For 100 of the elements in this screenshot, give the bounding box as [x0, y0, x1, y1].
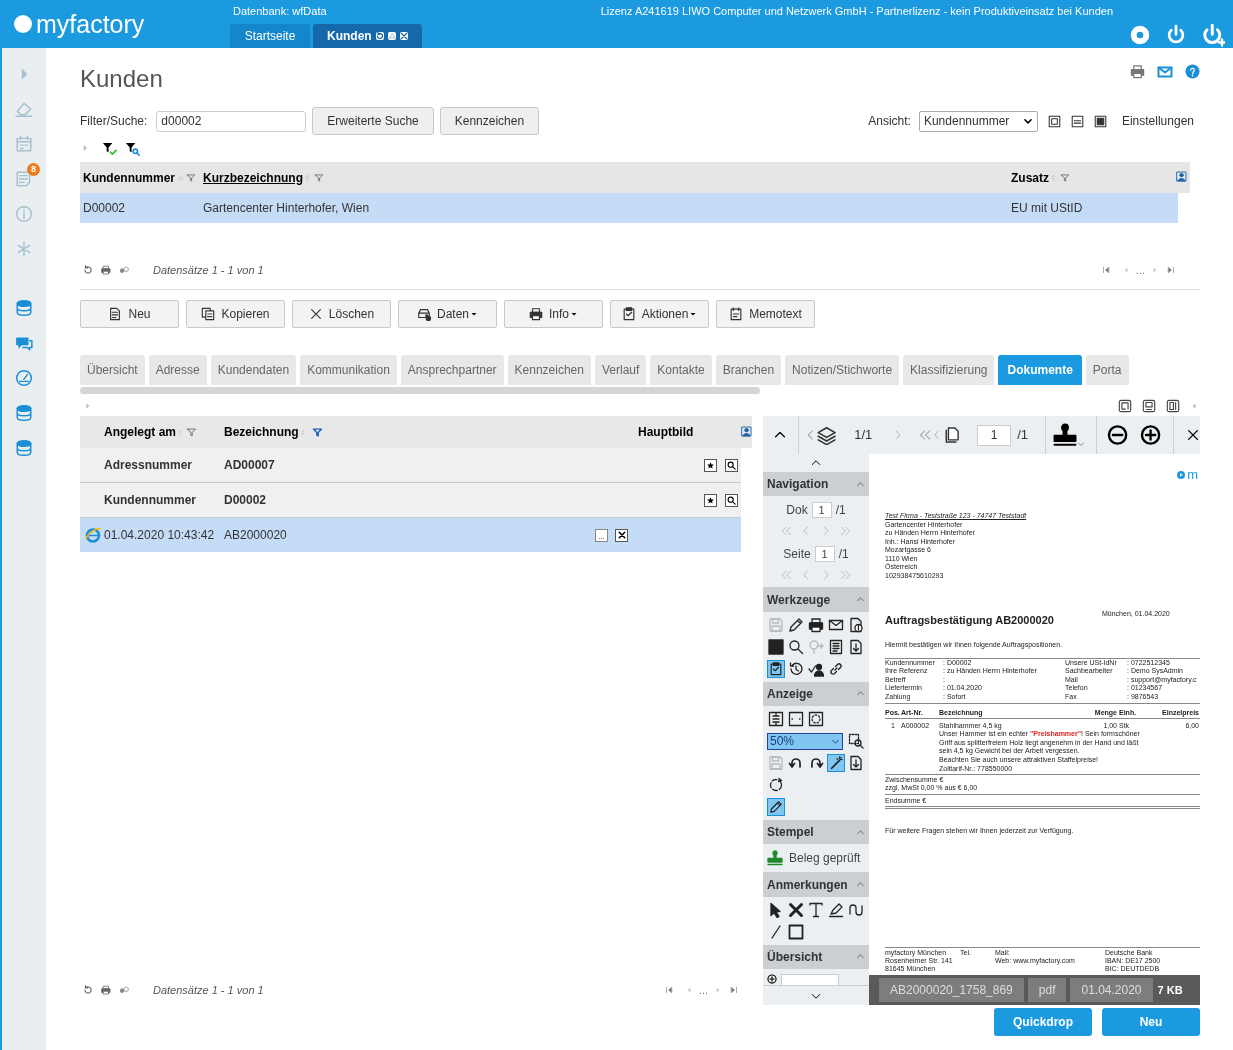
page-input[interactable]: 1	[977, 424, 1012, 446]
clipboard-icon[interactable]	[767, 659, 785, 678]
text-tool-icon[interactable]	[807, 900, 825, 919]
table-row[interactable]: D00002 Gartencenter Hinterhofer, Wien EU mit UStID	[80, 193, 1178, 223]
search-button[interactable]	[725, 493, 738, 507]
tab[interactable]: Ansprechpartner	[400, 355, 504, 385]
refresh-icon[interactable]	[83, 265, 93, 275]
database-icon[interactable]	[15, 404, 33, 422]
tab[interactable]: Klassifizierung	[903, 355, 995, 385]
search-button[interactable]: Kennzeichen	[439, 107, 540, 135]
view-layout-icon[interactable]	[1070, 114, 1084, 128]
filter-check-icon[interactable]	[102, 140, 117, 156]
fit-all-icon[interactable]	[807, 710, 825, 729]
first-page-icon[interactable]	[1101, 266, 1110, 274]
refresh-icon[interactable]	[83, 985, 93, 995]
filter-icon[interactable]	[186, 426, 197, 438]
database-icon[interactable]	[15, 299, 33, 317]
view-layout-icon[interactable]	[1047, 114, 1061, 128]
view-dropdown[interactable]: Kundennummer	[918, 110, 1038, 132]
filter-icon[interactable]	[311, 426, 323, 438]
star-button[interactable]	[704, 458, 717, 472]
wand-icon[interactable]	[827, 754, 845, 773]
panel-header[interactable]: Übersicht	[763, 944, 869, 970]
zoom-dropdown[interactable]: 50%	[767, 732, 843, 750]
database-icon[interactable]	[15, 439, 33, 457]
zoom-area-icon[interactable]	[847, 732, 865, 751]
column-header[interactable]: Zusatz	[1011, 168, 1049, 187]
zoom-in-icon[interactable]	[767, 974, 777, 985]
x-mark-icon[interactable]	[787, 900, 805, 919]
tab[interactable]: Kennzeichen	[507, 355, 591, 385]
layers-icon[interactable]	[817, 425, 837, 445]
zoom-out-icon[interactable]	[1106, 424, 1128, 446]
list-icon[interactable]	[827, 637, 845, 656]
user-image-icon[interactable]	[741, 426, 752, 437]
search-icon[interactable]	[787, 637, 805, 656]
column-header[interactable]: Hauptbild	[638, 423, 694, 441]
document-info-icon[interactable]	[847, 615, 865, 634]
download-icon[interactable]	[847, 754, 865, 773]
printer-icon[interactable]	[807, 615, 825, 634]
fit-page-icon[interactable]	[787, 710, 805, 729]
action-button[interactable]: Neu	[80, 300, 179, 328]
action-button[interactable]: Memotext	[716, 300, 815, 328]
gauge-icon[interactable]	[15, 369, 33, 387]
stamp-label[interactable]: Beleg geprüft	[789, 849, 861, 868]
pager-ellipsis[interactable]: ...	[1135, 261, 1145, 279]
column-header[interactable]: Kundennummer	[83, 168, 175, 187]
panel-header[interactable]: Anzeige	[763, 681, 869, 707]
column-header[interactable]: Bezeichnung	[224, 423, 299, 441]
last-page-icon[interactable]	[730, 986, 738, 994]
zoom-in-icon[interactable]	[1139, 424, 1161, 446]
panel-layout-icon[interactable]	[1166, 399, 1180, 413]
filter-icon[interactable]	[186, 172, 196, 183]
refresh-icon[interactable]	[375, 32, 384, 40]
action-button[interactable]: Löschen	[292, 300, 391, 328]
panel-header[interactable]: Navigation	[763, 472, 869, 497]
tab[interactable]: Adresse	[148, 355, 207, 385]
group-row[interactable]: Adressnummer AD00007	[80, 448, 741, 483]
tab[interactable]: Kommunikation	[300, 355, 397, 385]
panel-header[interactable]: Anmerkungen	[763, 872, 869, 897]
fit-width-icon[interactable]	[767, 710, 785, 729]
page-thumbnail[interactable]	[781, 974, 839, 986]
filter-icon[interactable]	[1060, 172, 1070, 183]
document-row[interactable]: 01.04.2020 10:43:42 AB2000020 ...	[80, 518, 741, 552]
last-page-icon[interactable]	[1167, 266, 1175, 274]
group-row[interactable]: Kundennummer D00002	[80, 483, 741, 518]
tab[interactable]: Notizen/Stichworte	[785, 355, 900, 385]
action-button[interactable]: Daten	[398, 300, 497, 328]
nav-input[interactable]: 1	[811, 502, 832, 519]
search-button[interactable]	[725, 458, 738, 472]
action-button[interactable]: Info	[504, 300, 603, 328]
tab[interactable]: Kundendaten	[210, 355, 297, 385]
close-icon[interactable]	[1186, 428, 1200, 442]
panel-header[interactable]: Werkzeuge	[763, 587, 869, 612]
action-button[interactable]: Kopieren	[186, 300, 285, 328]
action-button[interactable]: Aktionen	[610, 300, 709, 328]
pager-ellipsis[interactable]: ...	[698, 981, 708, 999]
star-button[interactable]	[704, 493, 717, 507]
stamp-icon[interactable]	[1053, 423, 1078, 447]
rectangle-icon[interactable]	[787, 922, 805, 941]
scrollbar[interactable]	[80, 387, 760, 394]
filter-search-icon[interactable]	[125, 140, 140, 156]
search-button[interactable]: Erweiterte Suche	[312, 107, 434, 135]
tab[interactable]: Verlauf	[594, 355, 647, 385]
help-icon[interactable]	[1185, 64, 1200, 79]
settings-link[interactable]: Einstellungen	[1121, 112, 1194, 130]
column-header[interactable]: Angelegt am	[104, 423, 176, 441]
power-icon[interactable]	[1165, 23, 1187, 46]
filter-icon[interactable]	[314, 172, 324, 183]
search-field[interactable]: d00002	[156, 110, 307, 132]
panel-layout-icon[interactable]	[1142, 399, 1156, 413]
tab[interactable]: Kontakte	[650, 355, 712, 385]
view-layout-icon[interactable]	[1093, 114, 1107, 128]
nav-input[interactable]: 1	[814, 546, 835, 563]
column-header[interactable]: Kurzbezeichnung	[203, 168, 303, 187]
pencil-icon[interactable]	[767, 798, 785, 817]
download-icon[interactable]	[847, 637, 865, 656]
header-tab[interactable]: Startseite	[230, 24, 310, 48]
panel-header[interactable]: Stempel	[763, 820, 869, 845]
first-page-icon[interactable]	[664, 986, 673, 994]
sort-ascending-icon[interactable]	[387, 32, 396, 40]
